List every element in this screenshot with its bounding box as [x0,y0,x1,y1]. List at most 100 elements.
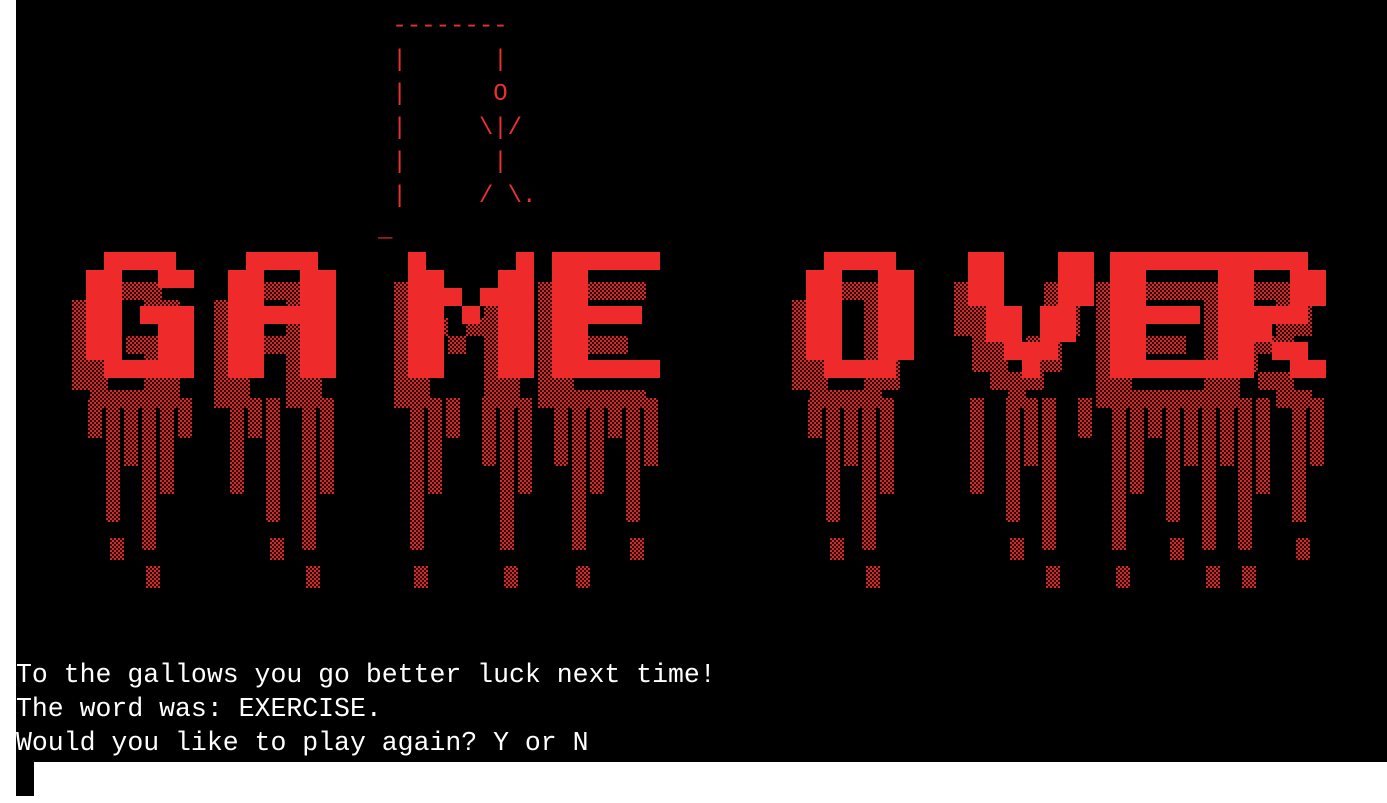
letter-m-cell [426,324,444,342]
letter-shadow-cell [592,336,610,354]
letter-e-cell [1128,324,1146,342]
letter-o-cell [860,252,878,270]
letter-v-cell [1076,270,1094,288]
letter-g-cell [176,306,194,324]
blood-drip [608,398,622,438]
letter-a-cell [282,306,300,324]
letter-a-cell [318,324,336,342]
blood-drip [124,398,138,466]
blood-drop [1170,538,1184,560]
letter-e-cell [1128,288,1146,306]
letter-a-cell [228,360,246,378]
letter-a-cell [228,270,246,288]
blood-drip [1042,398,1056,550]
blood-drip [320,398,334,494]
letter-e-cell [1110,360,1128,378]
blood-drip [230,398,244,494]
letter-g-cell [158,342,176,360]
letter-r-cell [1308,360,1326,378]
letter-m-cell [426,342,444,360]
letter-a-cell [228,324,246,342]
letter-shadow-cell [72,372,90,390]
letter-v-cell [1058,252,1076,270]
letter-e-cell [552,324,570,342]
letter-r-cell [1290,306,1308,324]
letter-g-cell [86,342,104,360]
play-again-prompt[interactable]: Would you like to play again? Y or N [16,726,716,760]
letter-e-cell [570,324,588,342]
letter-m-cell [408,288,426,306]
letter-a-cell [246,288,264,306]
blood-drop [630,538,644,560]
letter-m-cell [408,342,426,360]
letter-o-cell [824,252,842,270]
letter-r-cell [1218,360,1236,378]
letter-o-cell [806,288,824,306]
letter-shadow-cell [394,390,412,408]
blood-drip [808,398,822,438]
letter-e-cell [1146,252,1164,270]
blood-drip [1292,398,1306,522]
letter-o-cell [806,342,824,360]
blood-drip [644,398,658,466]
letter-e-cell [1200,360,1218,378]
letter-e-cell [624,252,642,270]
letter-shadow-cell [1168,282,1186,300]
blood-drip [626,398,640,522]
answer-reveal: The word was: EXERCISE. [16,694,382,724]
terminal-window: -------- | | | O | \|/ | | | / \. _ To t… [16,0,1387,762]
blood-drip [1112,398,1126,550]
letter-v-cell [986,306,1004,324]
letter-e-cell [1146,306,1164,324]
letter-e-cell [624,360,642,378]
letter-g-cell [122,252,140,270]
letter-v-cell [1076,288,1094,306]
blood-drip [88,398,102,438]
letter-e-cell [552,360,570,378]
letter-e-cell [1182,360,1200,378]
letter-e-cell [570,342,588,360]
letter-shadow-cell [610,336,628,354]
letter-e-cell [1110,342,1128,360]
blood-drip [1166,398,1180,522]
blood-drop [1296,538,1310,560]
blood-drop [146,566,160,588]
letter-r-cell [1218,252,1236,270]
letter-m-cell [498,270,516,288]
letter-shadow-cell [268,282,286,300]
letter-o-cell [824,270,842,288]
blood-drop [504,566,518,588]
letter-e-cell [552,252,570,270]
letter-shadow-cell [1258,282,1276,300]
letter-o-cell [806,324,824,342]
letter-r-cell [1218,270,1236,288]
letter-m-cell [516,324,534,342]
letter-r-cell [1272,252,1290,270]
blood-drip [106,398,120,522]
letter-shadow-cell [1150,282,1168,300]
letter-g-cell [158,306,176,324]
letter-e-cell [552,288,570,306]
letter-shadow-cell [126,336,144,354]
blood-drip [1130,398,1144,494]
letter-r-cell [1254,252,1272,270]
letter-o-cell [824,288,842,306]
letter-o-cell [878,288,896,306]
letter-e-cell [570,306,588,324]
letter-m-cell [426,270,444,288]
letter-e-cell [1164,252,1182,270]
blood-drip [572,398,586,550]
letter-r-cell [1254,306,1272,324]
letter-o-cell [824,342,842,360]
letter-a-cell [318,270,336,288]
blood-drop [1010,538,1024,560]
blood-drip [1024,398,1038,466]
blood-drip [428,398,442,494]
letter-g-cell [86,288,104,306]
letter-v-cell [968,252,986,270]
letter-a-cell [300,306,318,324]
blood-drip [1238,398,1252,550]
letter-o-cell [860,360,878,378]
letter-o-cell [824,324,842,342]
letter-g-cell [104,342,122,360]
